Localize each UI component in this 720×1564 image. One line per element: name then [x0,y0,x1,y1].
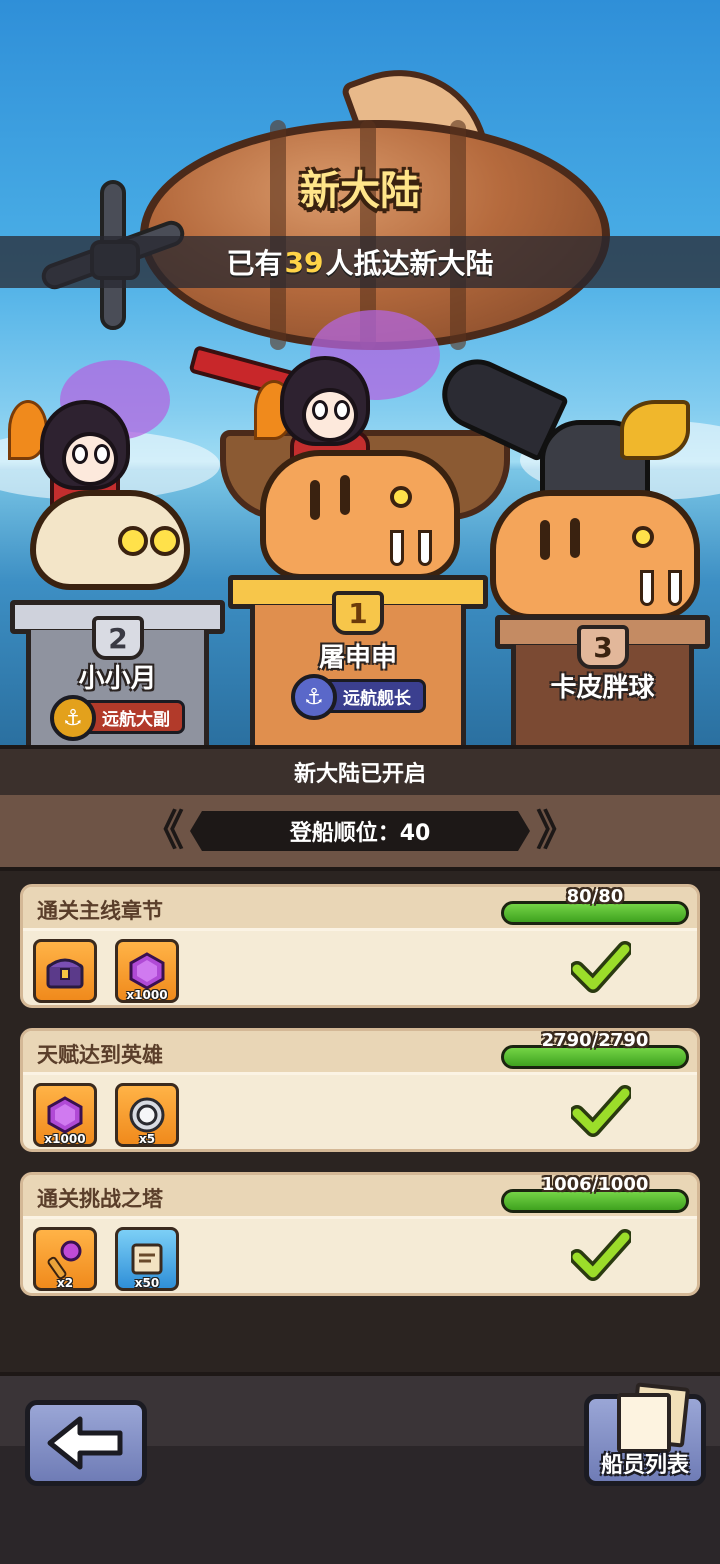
scroll-icon [131,1243,163,1275]
title-tag-rank-2: ⚓ 远航大副 [50,695,185,741]
checkmark-icon [571,1229,631,1281]
chevron-left-icon: 《 [141,806,184,855]
task-progress-text: 2790/2790 [541,1030,649,1051]
magic-scepter-icon [47,1240,82,1279]
task-card: 天赋达到英雄 2790/2790 x1000 x5 [20,1028,700,1152]
task-title: 通关挑战之塔 [37,1187,163,1211]
task-list[interactable]: 通关主线章节 80/80 x1000 天赋达到英雄 2790/2790 x100… [0,867,720,1372]
task-progress-text: 80/80 [566,886,624,907]
hero-scene: 新大陆 已有 39 人抵达新大陆 2 小小月 ⚓ 远航大副 1 屠申申 ⚓ 远航… [0,0,720,745]
player-name-rank-2: 小小月 [78,664,157,694]
boarding-rank-row: 《 登船顺位：40 》 [0,795,720,867]
task-card: 通关主线章节 80/80 x1000 [20,884,700,1008]
podium-rank-2[interactable]: 2 小小月 ⚓ 远航大副 [10,600,225,745]
boarding-rank-text: 登船顺位：40 [289,821,431,846]
chevron-right-icon: 》 [536,806,579,855]
banner-prefix: 已有 [226,247,283,280]
page-title: 新大陆 [300,168,420,214]
reward-quantity: x1000 [126,988,168,1002]
continent-status: 新大陆已开启 [0,745,720,795]
purple-gem-icon [129,952,165,990]
treasure-chest-icon [46,958,84,989]
crew-list-label: 船员列表 [600,1453,689,1478]
reward-item[interactable]: x5 [115,1083,179,1147]
reward-item[interactable]: x1000 [33,1083,97,1147]
task-title: 通关主线章节 [37,899,163,923]
checkmark-icon [571,941,631,993]
reward-quantity: x1000 [44,1132,86,1146]
rank-badge-2: 2 [92,616,144,660]
reward-quantity: x5 [138,1132,156,1146]
reward-quantity: x2 [56,1276,74,1290]
banner-suffix: 人抵达新大陆 [325,247,494,280]
title-tag-rank-1: ⚓ 远航舰长 [291,674,426,720]
reward-quantity: x50 [134,1276,160,1290]
reward-item[interactable]: x1000 [115,939,179,1003]
purple-gem-icon [47,1096,83,1134]
reward-item[interactable]: x2 [33,1227,97,1291]
anchor-icon: ⚓ [50,695,96,741]
task-title: 天赋达到英雄 [37,1043,163,1067]
reward-item[interactable] [33,939,97,1003]
arrival-banner: 已有 39 人抵达新大陆 [0,236,720,288]
crew-list-button[interactable]: 船员列表 [584,1382,706,1486]
player-name-rank-3: 卡皮胖球 [550,673,655,703]
reward-item[interactable]: x50 [115,1227,179,1291]
arrival-count: 39 [284,245,324,279]
podium-rank-1[interactable]: 1 屠申申 ⚓ 远航舰长 [228,575,488,745]
anchor-icon: ⚓ [291,674,337,720]
back-button[interactable] [25,1400,147,1486]
player-avatar-rank-2[interactable] [0,340,220,610]
rank-badge-3: 3 [577,625,629,669]
task-card: 通关挑战之塔 1006/1000 x2 x50 [20,1172,700,1296]
checkmark-icon [571,1085,631,1137]
silver-coin-icon [129,1097,165,1133]
title-tag-label: 远航大副 [102,709,170,730]
title-tag-label: 远航舰长 [343,688,411,709]
back-arrow-icon [47,1416,123,1470]
podium-rank-3[interactable]: 3 卡皮胖球 [495,615,710,745]
boarding-rank-pill: 登船顺位：40 [190,811,530,851]
task-progress-text: 1006/1000 [541,1174,649,1195]
rank-badge-1: 1 [332,591,384,635]
opened-status-text: 新大陆已开启 [293,762,426,787]
player-name-rank-1: 屠申申 [318,643,397,673]
